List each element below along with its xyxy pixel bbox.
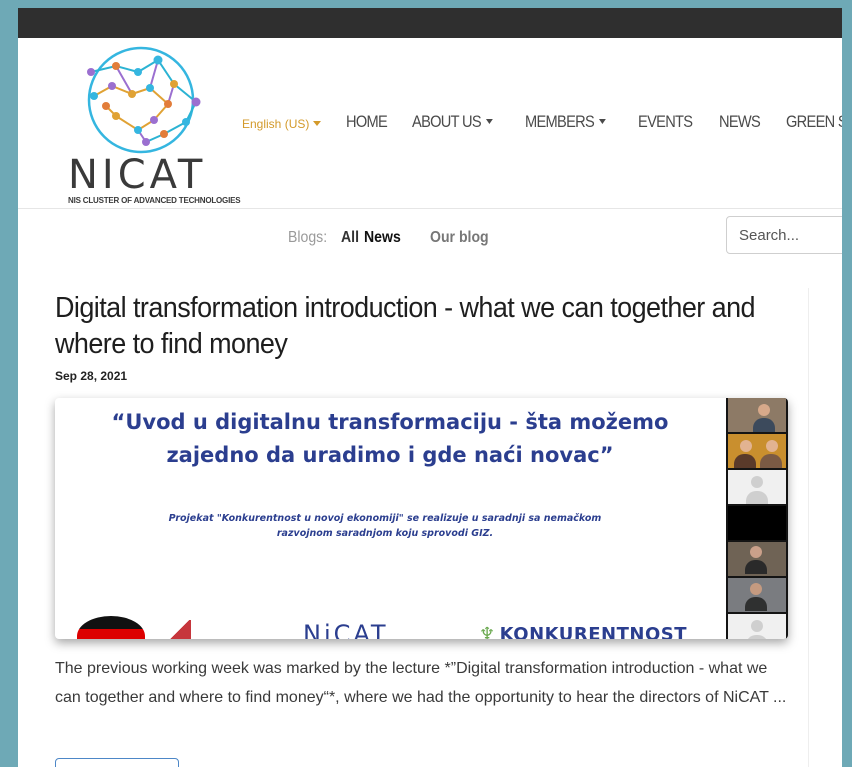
search-input[interactable] [726, 216, 842, 254]
participant-head [740, 440, 752, 452]
participant-head [766, 440, 778, 452]
participant-avatar-tile [728, 614, 786, 639]
language-label: English (US) [242, 117, 310, 131]
language-selector[interactable]: English (US) [242, 117, 322, 131]
site-logo[interactable]: NICAT NIS CLUSTER OF ADVANCED TECHNOLOGI… [46, 42, 241, 212]
german-flag-icon [77, 616, 145, 639]
nav-label: ABOUT US [412, 112, 482, 131]
avatar-icon [751, 620, 763, 632]
blog-filter: Blogs: All News Our blog [288, 229, 497, 247]
chevron-down-icon [313, 121, 322, 126]
post-image[interactable]: “Uvod u digitalnu transformaciju - šta m… [55, 398, 788, 639]
participant-head [758, 404, 770, 416]
chevron-down-icon [486, 119, 494, 124]
slide-note: Projekat "Konkurentnost u novoj ekonomij… [135, 511, 635, 541]
browser-page: NICAT NIS CLUSTER OF ADVANCED TECHNOLOGI… [18, 8, 842, 767]
main-nav: HOME ABOUT US MEMBERS EVENTS NEWS GREEN … [346, 112, 842, 132]
video-participants-strip [726, 398, 788, 639]
nav-item-news[interactable]: NEWS [719, 112, 761, 132]
plant-icon: ♆ [479, 624, 496, 639]
post-date: Sep 28, 2021 [55, 369, 128, 383]
participant-body [745, 560, 767, 574]
slide-note-line: Projekat "Konkurentnost u novoj ekonomij… [168, 513, 602, 524]
blogs-label: Blogs: [288, 229, 328, 246]
nav-item-home[interactable]: HOME [346, 112, 388, 132]
slide-nicat-logo: NiCAT [303, 620, 389, 639]
participant-avatar-tile [728, 470, 786, 504]
logo-subtitle: NIS CLUSTER OF ADVANCED TECHNOLOGIES [68, 196, 241, 205]
participant-head [750, 583, 762, 595]
slide-title-line: “Uvod u digitalnu transformaciju - šta m… [111, 410, 669, 434]
participant-tile [728, 542, 786, 576]
participant-tile-off [728, 506, 786, 540]
slide-title: “Uvod u digitalnu transformaciju - šta m… [55, 406, 725, 472]
logo-wordmark: NICAT [68, 152, 207, 198]
network-logo-icon [87, 46, 201, 154]
post-title[interactable]: Digital transformation introduction - wh… [55, 290, 815, 362]
participant-body [760, 454, 782, 468]
serbian-flag-icon [163, 620, 191, 639]
participant-head [750, 546, 762, 558]
post-title-text: Digital transformation introduction - wh… [55, 292, 756, 360]
participant-body [745, 597, 767, 611]
blog-filter-all[interactable]: All [341, 229, 359, 247]
avatar-icon [746, 635, 768, 639]
slide-konkurentnost-logo: ♆ KONKURENTNOST [479, 624, 687, 639]
read-more-button[interactable] [55, 758, 179, 767]
avatar-icon [751, 476, 763, 488]
slide-title-line: zajedno da uradimo i gde naći novac” [166, 443, 614, 467]
participant-body [753, 418, 775, 432]
nav-item-events[interactable]: EVENTS [638, 112, 693, 132]
slide-note-line: razvojnom saradnjom koju sprovodi GIZ. [276, 528, 494, 539]
participant-tile [728, 434, 786, 468]
post-excerpt: The previous working week was marked by … [55, 660, 787, 706]
nav-label: MEMBERS [524, 112, 595, 131]
participant-tile [728, 578, 786, 612]
chevron-down-icon [599, 119, 607, 124]
konkurentnost-text: KONKURENTNOST [499, 624, 688, 639]
participant-body [734, 454, 756, 468]
nav-item-green-startup-academy[interactable]: GREEN STARTUP ACADEM [786, 112, 842, 132]
participant-tile [728, 398, 786, 432]
avatar-icon [746, 491, 768, 504]
blog-filter-news[interactable]: News [364, 229, 401, 247]
nav-item-members[interactable]: MEMBERS [524, 112, 607, 132]
header-divider [18, 208, 842, 209]
top-bar [18, 8, 842, 38]
blog-filter-our-blog[interactable]: Our blog [430, 229, 489, 247]
nav-item-about-us[interactable]: ABOUT US [412, 112, 494, 132]
